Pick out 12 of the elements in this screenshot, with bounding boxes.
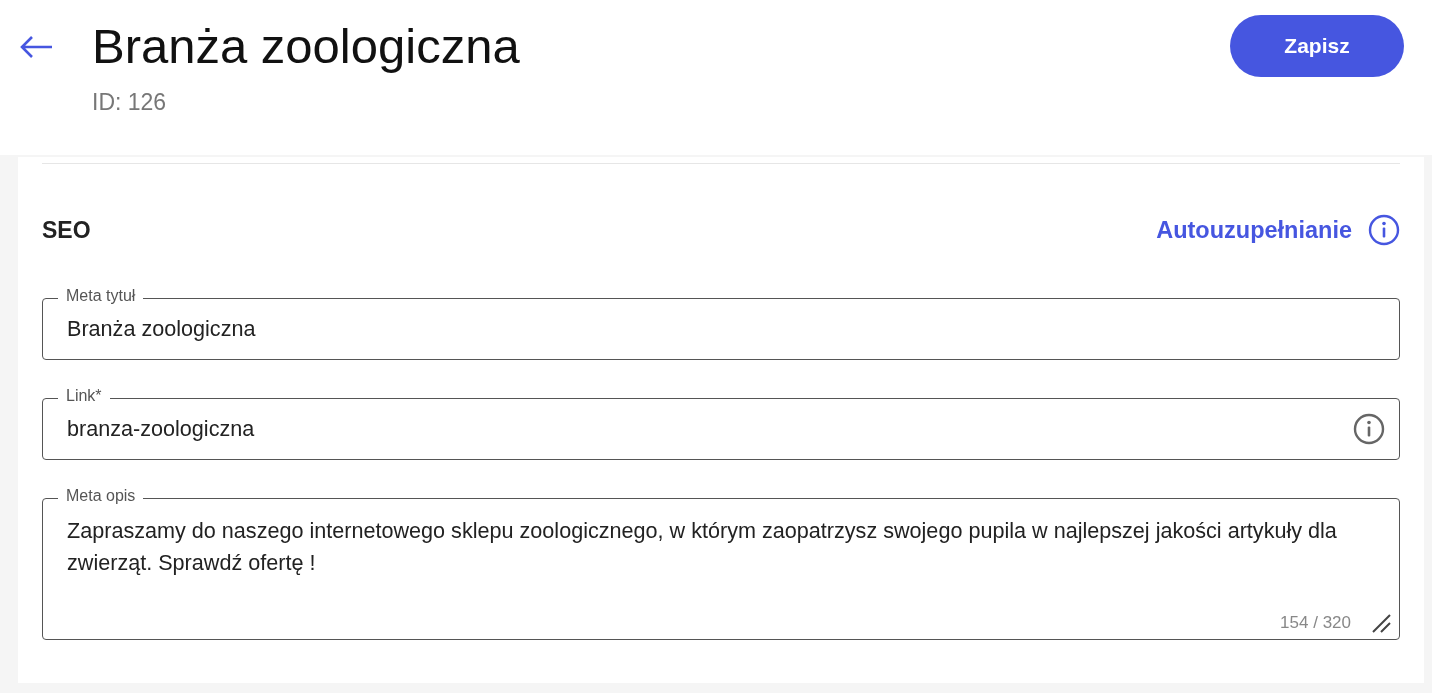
info-icon[interactable] — [1353, 413, 1385, 445]
save-button[interactable]: Zapisz — [1230, 15, 1404, 77]
field-label: Meta opis — [58, 487, 144, 505]
record-id: ID: 126 — [92, 89, 168, 116]
field-label: Meta tytuł — [58, 287, 144, 305]
section-title: SEO — [42, 216, 92, 244]
resize-handle-icon[interactable] — [1371, 613, 1391, 633]
page-title: Branża zoologiczna — [92, 18, 520, 75]
back-arrow-icon[interactable] — [18, 35, 54, 59]
info-icon[interactable] — [1368, 214, 1400, 246]
autofill-link[interactable]: Autouzupełnianie — [1156, 216, 1352, 244]
character-counter: 154 / 320 — [1280, 613, 1351, 633]
